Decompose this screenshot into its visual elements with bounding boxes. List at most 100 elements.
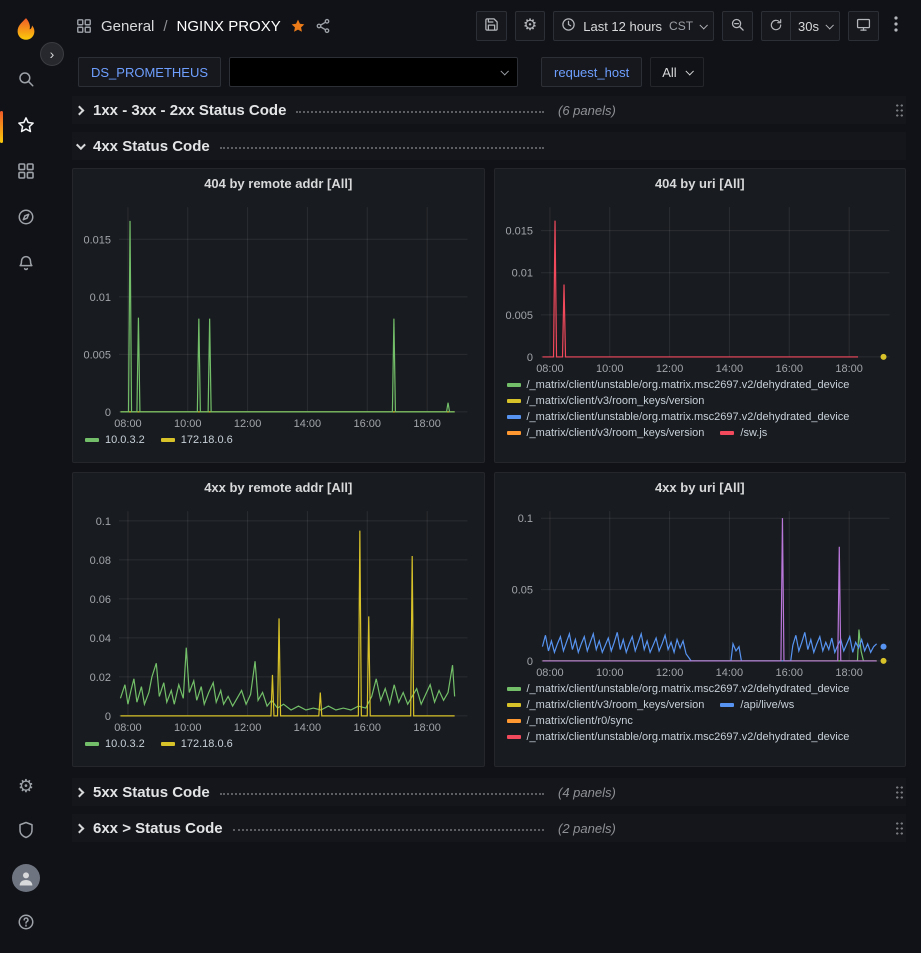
series-label: /_matrix/client/v3/room_keys/version xyxy=(527,699,705,711)
row-panel-count: (4 panels) xyxy=(558,785,616,800)
sidebar-item-dashboards[interactable] xyxy=(0,150,52,196)
legend-item[interactable]: /sw.js xyxy=(720,427,767,439)
row-header-4xx[interactable]: 4xx Status Code xyxy=(72,132,906,160)
breadcrumb-folder[interactable]: General xyxy=(101,18,154,35)
sidebar-expand-button[interactable]: › xyxy=(40,42,64,66)
row-header-6xx[interactable]: 6xx > Status Code (2 panels) xyxy=(72,814,906,842)
svg-text:0.04: 0.04 xyxy=(90,633,111,645)
tv-mode-button[interactable] xyxy=(848,11,879,41)
chevron-right-icon xyxy=(75,105,85,115)
chart-canvas[interactable]: 00.0050.010.01508:0010:0012:0014:0016:00… xyxy=(73,197,484,432)
sidebar-item-server-admin[interactable] xyxy=(0,809,52,855)
grafana-app: › ⚙ xyxy=(0,0,921,953)
sidebar-item-help[interactable] xyxy=(0,901,52,947)
zoom-out-button[interactable] xyxy=(722,11,753,41)
panel-title[interactable]: 404 by remote addr [All] xyxy=(73,169,484,197)
dashboard-title[interactable]: NGINX PROXY xyxy=(177,18,281,35)
legend-item[interactable]: /_matrix/client/r0/sync xyxy=(507,715,633,727)
request-host-variable-label[interactable]: request_host xyxy=(541,57,642,87)
save-dashboard-button[interactable] xyxy=(476,11,507,41)
sidebar-item-explore[interactable] xyxy=(0,196,52,242)
legend-item[interactable]: /_matrix/client/unstable/org.matrix.msc2… xyxy=(507,411,850,423)
sidebar-item-starred[interactable] xyxy=(0,104,52,150)
svg-text:12:00: 12:00 xyxy=(655,363,682,375)
row-title: 6xx > Status Code xyxy=(93,820,223,837)
row-header-1xx-3xx-2xx[interactable]: 1xx - 3xx - 2xx Status Code (6 panels) xyxy=(72,96,906,124)
row-drag-handle[interactable] xyxy=(895,103,904,118)
compass-icon xyxy=(17,208,35,231)
apps-grid-icon[interactable] xyxy=(76,18,92,34)
series-color-swatch xyxy=(720,703,734,707)
time-range-picker[interactable]: Last 12 hours CST xyxy=(553,11,714,41)
main-area: General / NGINX PROXY ⚙ xyxy=(52,0,921,953)
svg-text:14:00: 14:00 xyxy=(715,667,742,679)
legend-item[interactable]: /_matrix/client/v3/room_keys/version xyxy=(507,395,705,407)
dashboard-settings-button[interactable]: ⚙ xyxy=(515,11,545,41)
panel-title[interactable]: 4xx by remote addr [All] xyxy=(73,473,484,501)
row-drag-handle[interactable] xyxy=(895,785,904,800)
row-title-area: 4xx Status Code xyxy=(72,138,544,155)
row-header-5xx[interactable]: 5xx Status Code (4 panels) xyxy=(72,778,906,806)
top-navbar: General / NGINX PROXY ⚙ xyxy=(52,0,921,52)
svg-text:0: 0 xyxy=(526,352,532,364)
row-title: 1xx - 3xx - 2xx Status Code xyxy=(93,102,286,119)
panel-legend: /_matrix/client/unstable/org.matrix.msc2… xyxy=(495,681,906,747)
series-label: /api/live/ws xyxy=(740,699,794,711)
refresh-icon xyxy=(769,18,783,35)
chevron-right-icon xyxy=(75,823,85,833)
panel-title[interactable]: 4xx by uri [All] xyxy=(495,473,906,501)
legend-item[interactable]: /_matrix/client/unstable/org.matrix.msc2… xyxy=(507,379,850,391)
chart-canvas[interactable]: 00.020.040.060.080.108:0010:0012:0014:00… xyxy=(73,501,484,736)
sidebar-item-alerting[interactable] xyxy=(0,242,52,288)
share-icon[interactable] xyxy=(315,18,331,34)
dashboards-grid-icon xyxy=(17,162,35,185)
more-options-button[interactable] xyxy=(887,11,905,41)
panel-4xx-by-uri: 4xx by uri [All] 00.050.108:0010:0012:00… xyxy=(494,472,907,767)
svg-text:16:00: 16:00 xyxy=(775,667,802,679)
legend-item[interactable]: /_matrix/client/v3/room_keys/version xyxy=(507,427,705,439)
legend-item[interactable]: /_matrix/client/v3/room_keys/version xyxy=(507,699,705,711)
svg-text:14:00: 14:00 xyxy=(294,418,321,430)
sidebar: › ⚙ xyxy=(0,0,52,953)
panel-title[interactable]: 404 by uri [All] xyxy=(495,169,906,197)
favorite-star-icon[interactable] xyxy=(290,18,306,34)
legend-item[interactable]: 172.18.0.6 xyxy=(161,738,233,750)
row-dots-leader xyxy=(220,147,544,149)
series-label: /_matrix/client/v3/room_keys/version xyxy=(527,395,705,407)
sidebar-item-profile[interactable] xyxy=(0,855,52,901)
sidebar-item-search[interactable] xyxy=(0,58,52,104)
row-drag-handle[interactable] xyxy=(895,821,904,836)
refresh-interval-picker[interactable]: 30s xyxy=(791,11,840,41)
chevron-down-icon xyxy=(685,67,693,75)
legend-item[interactable]: /api/live/ws xyxy=(720,699,794,711)
refresh-button[interactable] xyxy=(761,11,791,41)
star-icon xyxy=(17,116,35,139)
svg-text:08:00: 08:00 xyxy=(536,363,563,375)
timezone-label: CST xyxy=(669,19,693,33)
legend-item[interactable]: 10.0.3.2 xyxy=(85,738,145,750)
series-color-swatch xyxy=(507,719,521,723)
clock-icon xyxy=(561,17,576,35)
zoom-out-icon xyxy=(730,17,745,35)
chevron-down-icon xyxy=(825,21,833,29)
svg-text:12:00: 12:00 xyxy=(655,667,682,679)
panel-grid: 404 by remote addr [All] 00.0050.010.015… xyxy=(72,168,906,767)
legend-item[interactable]: /_matrix/client/unstable/org.matrix.msc2… xyxy=(507,683,850,695)
chart-canvas[interactable]: 00.0050.010.01508:0010:0012:0014:0016:00… xyxy=(495,197,906,377)
gear-icon: ⚙ xyxy=(18,777,34,795)
sidebar-item-configuration[interactable]: ⚙ xyxy=(0,763,52,809)
request-host-variable: request_host All xyxy=(541,57,704,87)
datasource-select[interactable] xyxy=(229,57,518,87)
legend-item[interactable]: 172.18.0.6 xyxy=(161,434,233,446)
series-color-swatch xyxy=(507,415,521,419)
datasource-variable-label[interactable]: DS_PROMETHEUS xyxy=(78,57,221,87)
chart-canvas[interactable]: 00.050.108:0010:0012:0014:0016:0018:00 xyxy=(495,501,906,681)
legend-item[interactable]: /_matrix/client/unstable/org.matrix.msc2… xyxy=(507,731,850,743)
row-panel-count: (2 panels) xyxy=(558,821,616,836)
request-host-select[interactable]: All xyxy=(650,57,703,87)
panel-4xx-by-remote-addr: 4xx by remote addr [All] 00.020.040.060.… xyxy=(72,472,485,767)
svg-text:0: 0 xyxy=(526,656,532,668)
bell-icon xyxy=(17,254,35,277)
legend-item[interactable]: 10.0.3.2 xyxy=(85,434,145,446)
svg-text:16:00: 16:00 xyxy=(354,418,381,430)
